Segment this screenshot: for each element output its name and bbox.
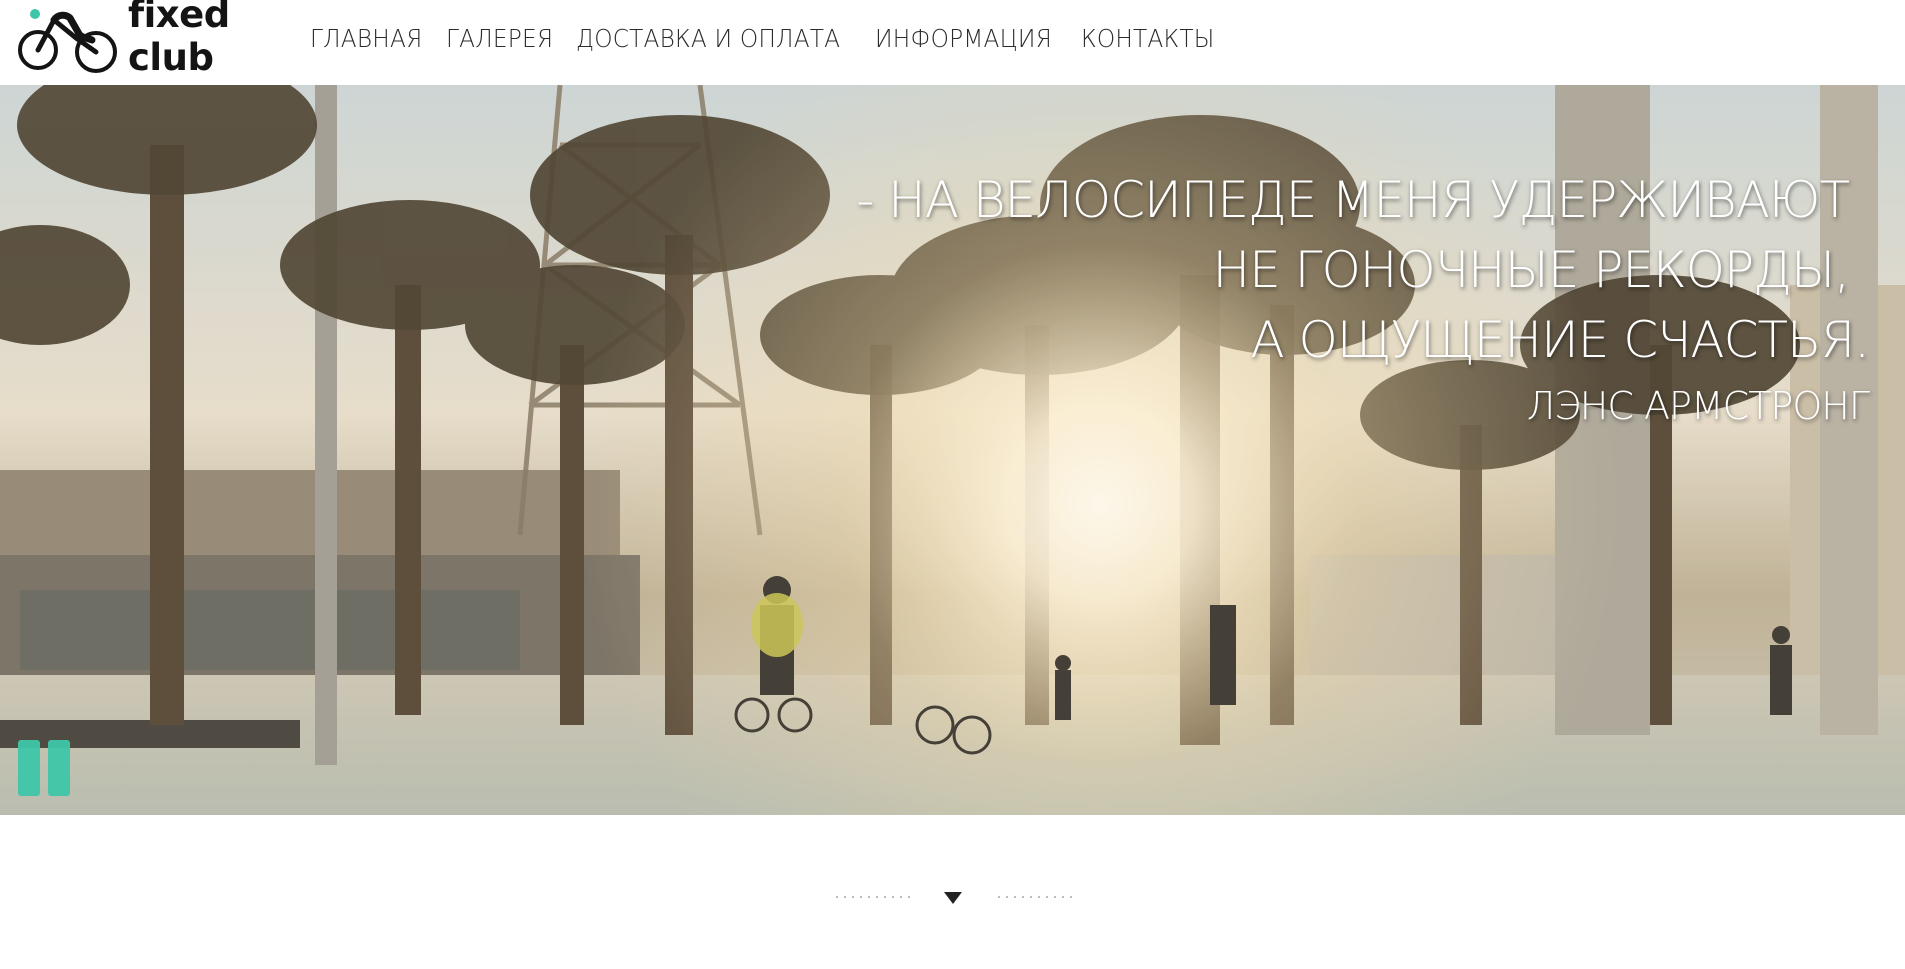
quote-line: А ОЩУЩЕНИЕ СЧАСТЬЯ.	[1250, 311, 1870, 369]
pause-icon	[48, 740, 70, 796]
nav-item-gallery[interactable]: ГАЛЕРЕЯ	[446, 24, 553, 53]
hero-quote: - НА ВЕЛОСИПЕДЕ МЕНЯ УДЕРЖИВАЮТ НЕ ГОНОЧ…	[769, 165, 1870, 437]
dotted-divider	[833, 895, 911, 899]
site-header: fixed club ГЛАВНАЯ ГАЛЕРЕЯ ДОСТАВКА И ОП…	[0, 0, 1905, 85]
quote-author: ЛЭНС АРМСТРОНГ	[1526, 384, 1870, 428]
logo[interactable]: fixed club	[18, 0, 303, 79]
hero-video: - НА ВЕЛОСИПЕДЕ МЕНЯ УДЕРЖИВАЮТ НЕ ГОНОЧ…	[0, 85, 1905, 815]
logo-text: fixed club	[128, 0, 230, 79]
main-nav: ГЛАВНАЯ ГАЛЕРЕЯ ДОСТАВКА И ОПЛАТА ИНФОРМ…	[310, 24, 1239, 53]
pause-icon	[18, 740, 40, 796]
dotted-divider	[995, 895, 1073, 899]
bicycle-logo-icon	[18, 9, 117, 73]
nav-item-home[interactable]: ГЛАВНАЯ	[310, 24, 422, 53]
scroll-indicator	[0, 880, 1905, 920]
pause-button[interactable]	[18, 740, 78, 800]
chevron-down-icon[interactable]	[944, 892, 962, 904]
nav-item-info[interactable]: ИНФОРМАЦИЯ	[875, 24, 1052, 53]
quote-line: - НА ВЕЛОСИПЕДЕ МЕНЯ УДЕРЖИВАЮТ	[856, 171, 1850, 229]
nav-item-delivery[interactable]: ДОСТАВКА И ОПЛАТА	[576, 24, 840, 53]
quote-line: НЕ ГОНОЧНЫЕ РЕКОРДЫ,	[1212, 241, 1851, 299]
nav-item-contacts[interactable]: КОНТАКТЫ	[1081, 24, 1214, 53]
